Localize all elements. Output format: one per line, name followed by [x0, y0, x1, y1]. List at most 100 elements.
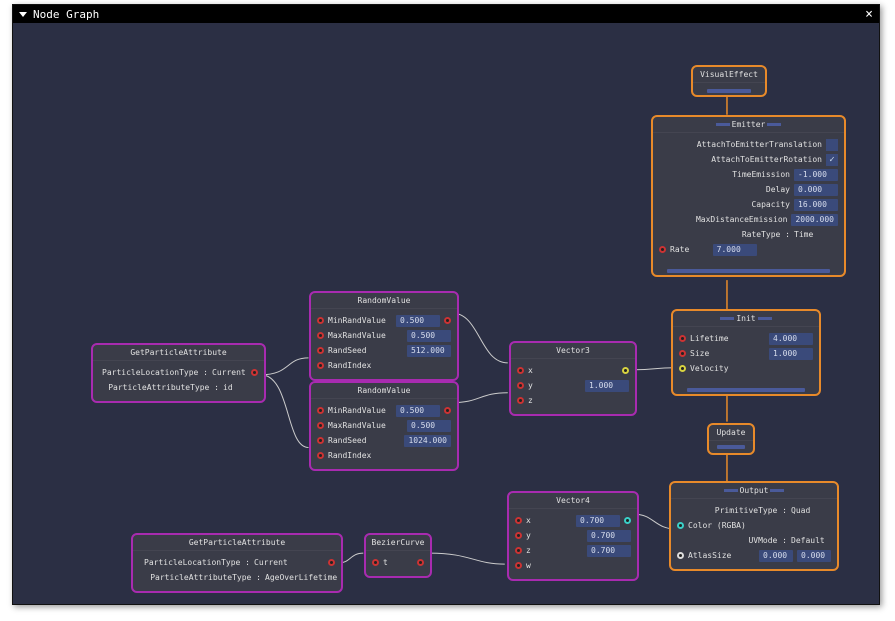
node-title: GetParticleAttribute: [93, 345, 264, 361]
field-atlas-x[interactable]: 0.000: [759, 550, 793, 562]
label: UVMode :: [677, 536, 787, 545]
field-z[interactable]: 0.700: [587, 545, 631, 557]
label: z: [528, 396, 629, 405]
port-in-w[interactable]: [515, 562, 522, 569]
port-in[interactable]: [679, 335, 686, 342]
label: y: [526, 531, 583, 540]
node-title: RandomValue: [311, 293, 457, 309]
label: MaxRandValue: [328, 331, 403, 340]
value: Current: [254, 558, 324, 567]
value-uv-mode: Default: [791, 536, 831, 545]
node-title: BezierCurve: [366, 535, 430, 551]
node-get-particle-attribute-2[interactable]: GetParticleAttribute ParticleLocationTyp…: [131, 533, 343, 593]
label: x: [526, 516, 572, 525]
field-max[interactable]: 0.500: [407, 420, 451, 432]
field-y[interactable]: 1.000: [585, 380, 629, 392]
node-title: RandomValue: [311, 383, 457, 399]
node-vector3[interactable]: Vector3 x y1.000 z: [509, 341, 637, 416]
value-rate-type: Time: [794, 230, 838, 239]
port-in[interactable]: [317, 452, 324, 459]
label: AtlasSize: [688, 551, 755, 560]
port-out[interactable]: [622, 367, 629, 374]
port-in[interactable]: [659, 246, 666, 253]
field-capacity[interactable]: 16.000: [794, 199, 838, 211]
node-title: Vector4: [509, 493, 637, 509]
node-output[interactable]: Output PrimitiveType :Quad Color (RGBA) …: [669, 481, 839, 571]
field-delay[interactable]: 0.000: [794, 184, 838, 196]
port-in[interactable]: [317, 422, 324, 429]
checkbox-attach-rotation[interactable]: ✓: [826, 154, 838, 166]
node-random-value-2[interactable]: RandomValue MinRandValue0.500 MaxRandVal…: [309, 381, 459, 471]
node-title: Vector3: [511, 343, 635, 359]
port-out[interactable]: [328, 559, 335, 566]
field-max[interactable]: 0.500: [407, 330, 451, 342]
port-in-color[interactable]: [677, 522, 684, 529]
checkbox-attach-translation[interactable]: [826, 139, 838, 151]
field-lifetime[interactable]: 4.000: [769, 333, 813, 345]
field-x[interactable]: 0.700: [576, 515, 620, 527]
node-emitter[interactable]: Emitter AttachToEmitterTranslation Attac…: [651, 115, 846, 277]
field-seed[interactable]: 512.000: [407, 345, 451, 357]
field-max-distance[interactable]: 2000.000: [791, 214, 838, 226]
node-init[interactable]: Init Lifetime4.000 Size1.000 Velocity: [671, 309, 821, 396]
field-min[interactable]: 0.500: [396, 315, 440, 327]
port-in-x[interactable]: [515, 517, 522, 524]
field-size[interactable]: 1.000: [769, 348, 813, 360]
node-title: GetParticleAttribute: [133, 535, 341, 551]
port-in[interactable]: [317, 362, 324, 369]
label: RateType :: [659, 230, 790, 239]
label: Velocity: [690, 364, 813, 373]
label: t: [383, 558, 413, 567]
port-out[interactable]: [417, 559, 424, 566]
node-visual-effect[interactable]: VisualEffect: [691, 65, 767, 97]
port-in[interactable]: [317, 347, 324, 354]
close-icon[interactable]: ×: [865, 7, 873, 22]
label: Capacity: [659, 200, 790, 209]
port-in-atlas[interactable]: [677, 552, 684, 559]
port-out[interactable]: [444, 317, 451, 324]
label: w: [526, 561, 631, 570]
label: x: [528, 366, 571, 375]
node-get-particle-attribute-1[interactable]: GetParticleAttribute ParticleLocationTyp…: [91, 343, 266, 403]
label: Rate: [670, 245, 709, 254]
label: TimeEmission: [659, 170, 790, 179]
field-y[interactable]: 0.700: [587, 530, 631, 542]
port-in-x[interactable]: [517, 367, 524, 374]
label: MaxDistanceEmission: [659, 215, 787, 224]
port-in-z[interactable]: [515, 547, 522, 554]
field-rate[interactable]: 7.000: [713, 244, 757, 256]
label: RandSeed: [328, 346, 403, 355]
port-in[interactable]: [317, 317, 324, 324]
value-prim-type: Quad: [791, 506, 831, 515]
field-min[interactable]: 0.500: [396, 405, 440, 417]
port-out[interactable]: [624, 517, 631, 524]
field-atlas-y[interactable]: 0.000: [797, 550, 831, 562]
label: PrimitiveType :: [677, 506, 787, 515]
node-title: Emitter: [653, 117, 844, 133]
port-out[interactable]: [251, 369, 258, 376]
titlebar[interactable]: Node Graph ×: [13, 5, 879, 23]
node-update[interactable]: Update: [707, 423, 755, 455]
node-title: VisualEffect: [693, 67, 765, 83]
port-in[interactable]: [317, 437, 324, 444]
node-bezier-curve[interactable]: BezierCurve t: [364, 533, 432, 578]
port-in-y[interactable]: [517, 382, 524, 389]
port-in-z[interactable]: [517, 397, 524, 404]
node-random-value-1[interactable]: RandomValue MinRandValue0.500 MaxRandVal…: [309, 291, 459, 381]
collapse-icon[interactable]: [19, 12, 27, 17]
node-title: Update: [709, 425, 753, 441]
node-vector4[interactable]: Vector4 x 0.700 y 0.700 z 0.700 w: [507, 491, 639, 581]
port-in-y[interactable]: [515, 532, 522, 539]
label: RandIndex: [328, 361, 451, 370]
port-in[interactable]: [679, 350, 686, 357]
field-seed[interactable]: 1024.000: [404, 435, 451, 447]
port-in[interactable]: [317, 407, 324, 414]
graph-canvas[interactable]: VisualEffect Emitter AttachToEmitterTran…: [31, 41, 861, 586]
port-in-velocity[interactable]: [679, 365, 686, 372]
value: id: [223, 383, 258, 392]
port-in[interactable]: [317, 332, 324, 339]
field-time-emission[interactable]: -1.000: [794, 169, 838, 181]
port-in-t[interactable]: [372, 559, 379, 566]
port-out[interactable]: [444, 407, 451, 414]
label: z: [526, 546, 583, 555]
